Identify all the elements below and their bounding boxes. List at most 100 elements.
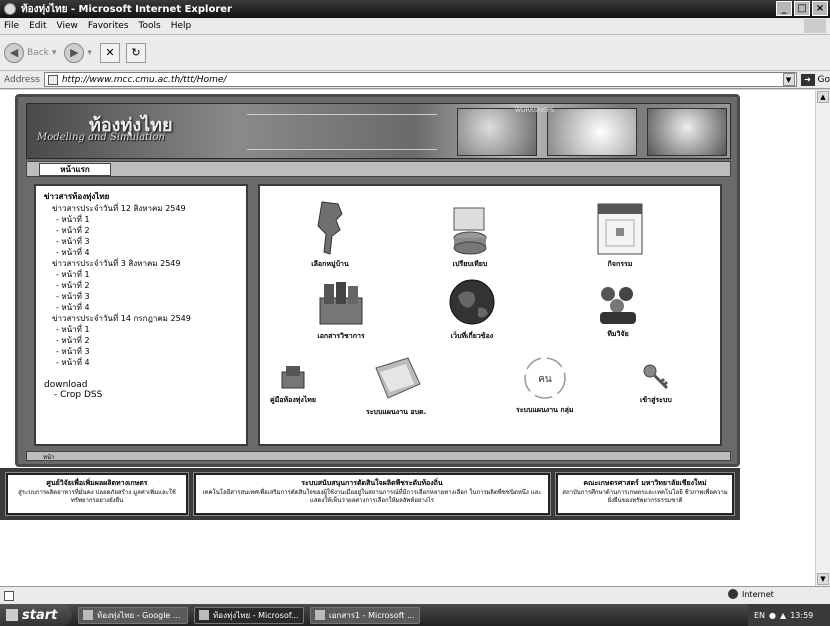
- globe-icon: [728, 589, 738, 599]
- group-plan-link[interactable]: คน ระบบแผนงาน กลุ่ม: [516, 354, 574, 416]
- taskbar-item[interactable]: เอกสาร1 - Microsoft ...: [310, 606, 420, 624]
- calendar-icon: [596, 200, 644, 256]
- news-issue-link[interactable]: ข่าวสารประจำวันที่ 12 สิงหาคม 2549: [44, 203, 238, 214]
- download-link[interactable]: - Crop DSS: [44, 390, 238, 400]
- security-zone: Internet: [728, 589, 774, 599]
- taskbar-item-active[interactable]: ท้องทุ่งไทย - Microsof...: [194, 606, 304, 624]
- news-page-link[interactable]: - หน้าที่ 2: [44, 280, 238, 291]
- footer-box-dss[interactable]: ระบบสนับสนุนการตัดสินใจผลิตพืชระดับท้องถ…: [193, 472, 551, 516]
- back-arrow-icon: ◀: [4, 42, 24, 63]
- footer-desc: สถาบันการศึกษาด้านการเกษตรและเทคโนโลยี ช…: [562, 489, 728, 504]
- footer-box-faculty[interactable]: คณะเกษตรศาสตร์ มหาวิทยาลัยเชียงใหม่ สถาบ…: [555, 472, 735, 516]
- team-icon: [596, 282, 640, 326]
- news-page-link[interactable]: - หน้าที่ 2: [44, 335, 238, 346]
- news-page-link[interactable]: - หน้าที่ 3: [44, 291, 238, 302]
- news-page-link[interactable]: - หน้าที่ 2: [44, 225, 238, 236]
- database-icon: [448, 204, 492, 256]
- globe-icon: [448, 278, 496, 328]
- address-label: Address: [4, 74, 40, 85]
- ie-icon: [83, 610, 93, 620]
- download-title: download: [44, 380, 88, 390]
- banner-photo: [547, 108, 637, 156]
- tray-icon[interactable]: ▲: [780, 611, 786, 620]
- system-tray: EN ● ▲ 13:59: [748, 604, 830, 626]
- menu-tools[interactable]: Tools: [139, 21, 161, 31]
- site-footer: ศูนย์วิจัยเพื่อเพิ่มผลผลิตทางเกษตร สู่ระ…: [0, 468, 740, 520]
- cycle-icon: คน: [517, 354, 573, 402]
- taskbar-item-label: เอกสาร1 - Microsoft ...: [329, 610, 415, 620]
- thailand-map-icon: [308, 200, 352, 256]
- browser-status-bar: Internet: [0, 586, 830, 604]
- go-arrow-icon: ➜: [800, 73, 815, 86]
- news-page-link[interactable]: - หน้าที่ 1: [44, 269, 238, 280]
- news-issue-link[interactable]: ข่าวสารประจำวันที่ 14 กรกฎาคม 2549: [44, 313, 238, 324]
- page-icon: [47, 74, 58, 85]
- ie-icon: [199, 610, 209, 620]
- related-web-link[interactable]: เว็บที่เกี่ยวข้อง: [448, 278, 496, 342]
- banner-photo: [457, 108, 537, 156]
- menu-file[interactable]: File: [4, 21, 19, 31]
- menu-view[interactable]: View: [57, 21, 78, 31]
- research-team-link[interactable]: ทีมวิจัย: [596, 282, 640, 340]
- forward-button[interactable]: ▶ ▾: [64, 42, 92, 63]
- icon-label: ระบบแผนงาน อบต.: [366, 408, 427, 416]
- tray-icon[interactable]: ●: [769, 611, 776, 620]
- icon-label: เปรียบเทียบ: [452, 260, 488, 268]
- icon-label: เอกสารวิชาการ: [317, 332, 365, 340]
- icon-label: เว็บที่เกี่ยวข้อง: [450, 332, 494, 340]
- language-indicator[interactable]: EN: [754, 611, 765, 620]
- key-icon: [641, 362, 671, 392]
- minimize-button[interactable]: _: [776, 1, 792, 16]
- close-button[interactable]: ×: [812, 1, 828, 16]
- compare-link[interactable]: เปรียบเทียบ: [448, 204, 492, 270]
- page-status-icon: [4, 590, 14, 601]
- window-title-bar: ท้องทุ่งไทย - Microsoft Internet Explore…: [0, 0, 830, 18]
- address-bar: Address http://www.mcc.cmu.ac.th/ttt/Hom…: [0, 71, 830, 89]
- news-page-link[interactable]: - หน้าที่ 1: [44, 214, 238, 225]
- site-frame: ท้องทุ่งไทย Modeling and Simulation WORK…: [15, 94, 740, 467]
- taskbar-item[interactable]: ท้องทุ่งไทย - Google ...: [78, 606, 188, 624]
- news-page-link[interactable]: - หน้าที่ 4: [44, 247, 238, 258]
- news-issue-link[interactable]: ข่าวสารประจำวันที่ 3 สิงหาคม 2549: [44, 258, 238, 269]
- footer-title: คณะเกษตรศาสตร์ มหาวิทยาลัยเชียงใหม่: [583, 479, 707, 487]
- refresh-button[interactable]: ↻: [125, 42, 146, 63]
- login-link[interactable]: เข้าสู่ระบบ: [640, 362, 672, 406]
- start-button[interactable]: start: [0, 604, 72, 626]
- maximize-button[interactable]: □: [794, 1, 810, 16]
- ie-icon: [4, 3, 16, 15]
- documents-link[interactable]: เอกสารวิชาการ: [316, 278, 366, 342]
- icon-menu-panel: เลือกหมู่บ้าน เปรียบเทียบ กิจกรรม เอกสาร: [258, 184, 722, 446]
- dropdown-icon: ▾: [51, 47, 57, 58]
- address-dropdown-icon[interactable]: ▼: [782, 73, 795, 86]
- vertical-scrollbar[interactable]: ▲ ▼: [815, 90, 830, 586]
- tao-plan-link[interactable]: ระบบแผนงาน อบต.: [366, 354, 426, 418]
- news-page-link[interactable]: - หน้าที่ 4: [44, 357, 238, 368]
- banner-subtitle: Modeling and Simulation: [37, 132, 165, 143]
- banner-decoration: [247, 114, 437, 150]
- stop-button[interactable]: ✕: [99, 42, 120, 63]
- icon-label: กิจกรรม: [607, 260, 633, 268]
- forward-arrow-icon: ▶: [64, 42, 85, 63]
- word-icon: [315, 610, 325, 620]
- scroll-up-icon[interactable]: ▲: [817, 91, 829, 103]
- start-label: start: [22, 607, 58, 623]
- news-page-link[interactable]: - หน้าที่ 3: [44, 346, 238, 357]
- go-button[interactable]: ➜ Go: [800, 73, 830, 86]
- activities-link[interactable]: กิจกรรม: [596, 200, 644, 270]
- address-input[interactable]: http://www.mcc.cmu.ac.th/ttt/Home/: [43, 72, 797, 87]
- back-button[interactable]: ◀ Back ▾: [4, 42, 57, 63]
- site-bottom-strip: หน้า: [26, 451, 731, 461]
- scroll-down-icon[interactable]: ▼: [817, 573, 829, 585]
- news-page-link[interactable]: - หน้าที่ 3: [44, 236, 238, 247]
- menu-help[interactable]: Help: [171, 21, 192, 31]
- select-village-link[interactable]: เลือกหมู่บ้าน: [308, 200, 352, 270]
- news-page-link[interactable]: - หน้าที่ 1: [44, 324, 238, 335]
- menu-favorites[interactable]: Favorites: [88, 21, 129, 31]
- nav-home-button[interactable]: หน้าแรก: [39, 163, 111, 176]
- menu-edit[interactable]: Edit: [29, 21, 46, 31]
- manual-link[interactable]: คู่มือท้องทุ่งไทย: [270, 362, 316, 406]
- windows-logo-icon: [804, 19, 826, 33]
- footer-box-research[interactable]: ศูนย์วิจัยเพื่อเพิ่มผลผลิตทางเกษตร สู่ระ…: [5, 472, 189, 516]
- address-url: http://www.mcc.cmu.ac.th/ttt/Home/: [61, 74, 227, 85]
- news-page-link[interactable]: - หน้าที่ 4: [44, 302, 238, 313]
